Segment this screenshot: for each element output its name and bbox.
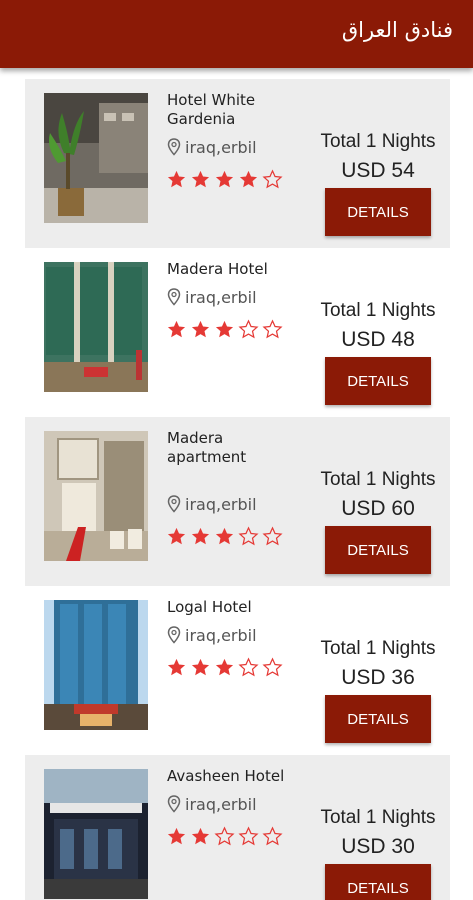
details-button[interactable]: DETAILS — [325, 526, 431, 574]
details-button[interactable]: DETAILS — [325, 864, 431, 900]
star-empty-icon — [238, 657, 259, 677]
location-text: iraq,erbil — [185, 287, 257, 307]
hotel-location: iraq,erbil — [167, 794, 257, 814]
hotel-card[interactable]: Madera apartment iraq,erbil Total 1 Nigh… — [25, 417, 450, 586]
star-filled-icon — [215, 170, 234, 188]
app-bar: فنادق العراق — [0, 0, 473, 68]
hotel-photo[interactable] — [44, 769, 148, 899]
hotel-card[interactable]: Avasheen Hotel iraq,erbil Total 1 Nights… — [25, 755, 450, 900]
hotel-name: Avasheen Hotel — [167, 767, 285, 785]
location-text: iraq,erbil — [185, 794, 257, 814]
nights-label: Total 1 Nights — [320, 807, 436, 828]
star-filled-icon — [167, 658, 186, 676]
location-pin-icon — [167, 138, 181, 156]
hotel-location: iraq,erbil — [167, 494, 257, 514]
star-empty-icon — [238, 826, 259, 846]
star-empty-icon — [262, 169, 283, 189]
hotel-photo[interactable] — [44, 262, 148, 392]
location-pin-icon — [167, 626, 181, 644]
hotel-location: iraq,erbil — [167, 625, 257, 645]
hotel-card[interactable]: Madera Hotel iraq,erbil Total 1 Nights U… — [25, 248, 450, 417]
star-filled-icon — [215, 320, 234, 338]
hotel-location: iraq,erbil — [167, 287, 257, 307]
hotel-photo[interactable] — [44, 600, 148, 730]
star-rating — [166, 169, 283, 191]
star-empty-icon — [262, 319, 283, 339]
location-pin-icon — [167, 795, 181, 813]
star-filled-icon — [215, 527, 234, 545]
location-text: iraq,erbil — [185, 494, 257, 514]
hotel-list[interactable]: Hotel White Gardenia iraq,erbil Total 1 … — [25, 79, 450, 900]
star-rating — [166, 826, 283, 848]
nights-label: Total 1 Nights — [320, 469, 436, 490]
nights-label: Total 1 Nights — [320, 131, 436, 152]
price-label: USD 48 — [341, 328, 415, 351]
nights-label: Total 1 Nights — [320, 300, 436, 321]
location-pin-icon — [167, 288, 181, 306]
app-title: فنادق العراق — [341, 18, 453, 42]
star-filled-icon — [191, 320, 210, 338]
details-button[interactable]: DETAILS — [325, 695, 431, 743]
star-filled-icon — [167, 527, 186, 545]
price-label: USD 60 — [341, 497, 415, 520]
hotel-photo[interactable] — [44, 431, 148, 561]
hotel-name: Logal Hotel — [167, 598, 252, 616]
hotel-photo[interactable] — [44, 93, 148, 223]
star-filled-icon — [167, 827, 186, 845]
star-filled-icon — [191, 827, 210, 845]
star-rating — [166, 319, 283, 341]
star-empty-icon — [214, 826, 235, 846]
nights-label: Total 1 Nights — [320, 638, 436, 659]
hotel-card[interactable]: Hotel White Gardenia iraq,erbil Total 1 … — [25, 79, 450, 248]
hotel-name: Hotel White Gardenia — [167, 91, 256, 128]
details-button[interactable]: DETAILS — [325, 357, 431, 405]
star-empty-icon — [262, 826, 283, 846]
hotel-location: iraq,erbil — [167, 137, 257, 157]
price-label: USD 54 — [341, 159, 415, 182]
location-pin-icon — [167, 495, 181, 513]
star-filled-icon — [215, 658, 234, 676]
star-filled-icon — [167, 320, 186, 338]
price-label: USD 30 — [341, 835, 415, 858]
hotel-name: Madera Hotel — [167, 260, 268, 278]
star-empty-icon — [238, 526, 259, 546]
hotel-card[interactable]: Logal Hotel iraq,erbil Total 1 Nights US… — [25, 586, 450, 755]
price-label: USD 36 — [341, 666, 415, 689]
star-rating — [166, 526, 283, 548]
star-filled-icon — [191, 170, 210, 188]
star-empty-icon — [262, 526, 283, 546]
star-empty-icon — [262, 657, 283, 677]
star-empty-icon — [238, 319, 259, 339]
hotel-name: Madera apartment — [167, 429, 247, 466]
star-filled-icon — [239, 170, 258, 188]
star-rating — [166, 657, 283, 679]
star-filled-icon — [191, 527, 210, 545]
location-text: iraq,erbil — [185, 137, 257, 157]
star-filled-icon — [167, 170, 186, 188]
location-text: iraq,erbil — [185, 625, 257, 645]
details-button[interactable]: DETAILS — [325, 188, 431, 236]
star-filled-icon — [191, 658, 210, 676]
